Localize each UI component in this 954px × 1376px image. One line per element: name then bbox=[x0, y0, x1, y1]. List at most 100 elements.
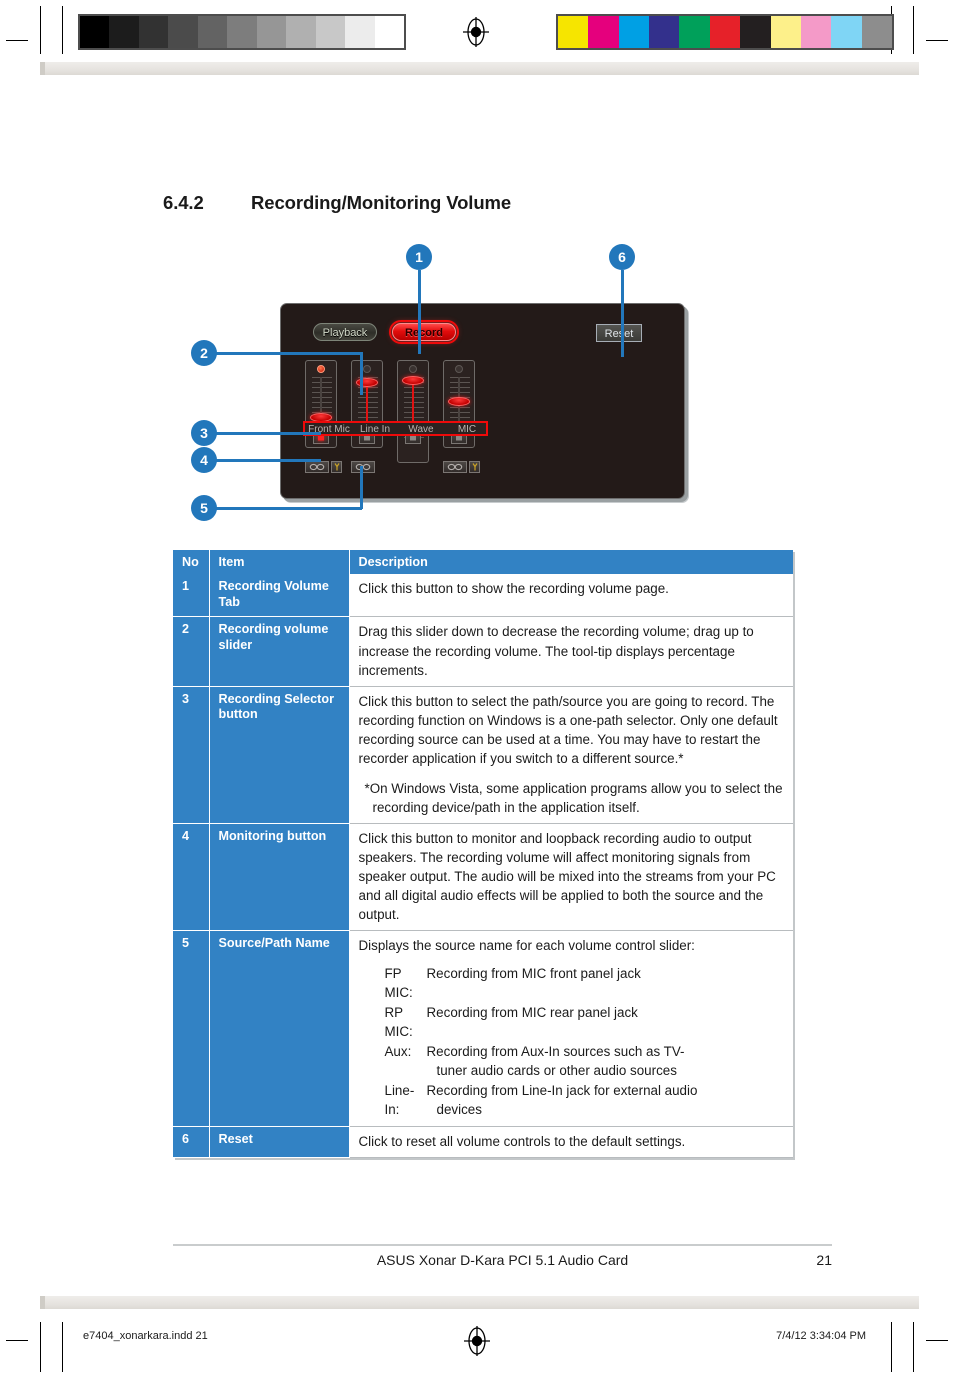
definition-text: Recording from MIC rear panel jack bbox=[426, 1005, 638, 1020]
channel-label-line-in: Line In bbox=[359, 424, 391, 435]
column-header-description: Description bbox=[349, 550, 793, 574]
leader-line-5 bbox=[214, 507, 362, 510]
row-item: Monitoring button bbox=[209, 823, 350, 931]
row-no: 1 bbox=[173, 574, 210, 618]
leader-line-2-drop bbox=[360, 352, 363, 395]
crop-mark bbox=[926, 1340, 948, 1341]
row-no: 5 bbox=[173, 930, 210, 1128]
recording-selector-icon[interactable] bbox=[351, 461, 375, 473]
definition-item: Aux: Recording from Aux-In sources such … bbox=[359, 1042, 786, 1080]
column-header-no: No bbox=[173, 550, 210, 574]
definition-text: Recording from Line-In jack for external… bbox=[427, 1081, 786, 1119]
table-row: 1 Recording Volume Tab Click this button… bbox=[173, 574, 793, 618]
footer-title: ASUS Xonar D-Kara PCI 5.1 Audio Card bbox=[376, 1252, 629, 1268]
definition-term: FP MIC: bbox=[384, 965, 413, 1000]
callout-3: 3 bbox=[191, 420, 217, 446]
table-row: 5 Source/Path Name Displays the source n… bbox=[173, 930, 793, 1128]
imprint-timestamp: 7/4/12 3:34:04 PM bbox=[776, 1330, 866, 1342]
signal-led-icon bbox=[455, 365, 463, 373]
tab-record[interactable]: Record bbox=[392, 323, 456, 341]
definition-term: Aux: bbox=[384, 1044, 412, 1060]
monitoring-icon[interactable] bbox=[469, 461, 480, 473]
crop-mark bbox=[40, 1322, 41, 1372]
imprint-filename: e7404_xonarkara.indd 21 bbox=[83, 1330, 208, 1342]
row-description: Click this button to show the recording … bbox=[349, 574, 793, 618]
definition-text-line2: tuner audio cards or other audio sources bbox=[436, 1063, 677, 1079]
callout-4: 4 bbox=[191, 447, 217, 473]
definition-term: Line-In: bbox=[384, 1083, 415, 1118]
row-item: Recording volume slider bbox=[209, 616, 350, 687]
recording-selector-icon[interactable] bbox=[305, 461, 329, 473]
table-row: 6 Reset Click to reset all volume contro… bbox=[173, 1126, 793, 1159]
crop-mark bbox=[6, 1340, 28, 1341]
page-bottom-band bbox=[40, 1296, 919, 1309]
definition-text: Recording from Aux-In sources such as TV… bbox=[427, 1042, 786, 1080]
row-item: Recording Volume Tab bbox=[209, 574, 350, 618]
signal-led-icon bbox=[409, 365, 417, 373]
crop-mark bbox=[62, 1322, 63, 1372]
section-number: 6.4.2 bbox=[163, 192, 204, 213]
row-description-text: Click this button to select the path/sou… bbox=[358, 693, 778, 766]
definition-text-line1: Recording from Aux-In sources such as TV… bbox=[426, 1044, 685, 1060]
leader-line-1 bbox=[418, 270, 421, 354]
table-row: 2 Recording volume slider Drag this slid… bbox=[173, 616, 793, 687]
row-description-note: *On Windows Vista, some application prog… bbox=[364, 780, 783, 815]
callout-2: 2 bbox=[191, 340, 217, 366]
footer-divider bbox=[173, 1244, 832, 1246]
channel-label-mic: MIC bbox=[457, 424, 477, 435]
row-description-text: Displays the source name for each volume… bbox=[358, 937, 695, 953]
row-no: 4 bbox=[173, 823, 210, 931]
callout-5: 5 bbox=[191, 495, 217, 521]
source-definition-list: FP MIC: Recording from MIC front panel j… bbox=[359, 964, 786, 1119]
channel-wave bbox=[397, 360, 429, 463]
row-no: 2 bbox=[173, 616, 210, 687]
definition-text-line2: devices bbox=[436, 1102, 482, 1118]
leader-line-3 bbox=[214, 432, 321, 435]
callout-1: 1 bbox=[406, 244, 432, 270]
row-description: Displays the source name for each volume… bbox=[349, 930, 793, 1128]
row-item: Reset bbox=[209, 1126, 350, 1159]
legend-table: No Item Description 1 Recording Volume T… bbox=[173, 550, 793, 1159]
definition-text: Recording from MIC front panel jack bbox=[426, 965, 641, 981]
section-title-text: Recording/Monitoring Volume bbox=[251, 192, 512, 213]
row-item: Source/Path Name bbox=[209, 930, 350, 1128]
page-title: 6.4.2 Recording/Monitoring Volume bbox=[163, 192, 511, 214]
audio-mixer-panel: Playback Record Reset Front Mic Line In … bbox=[280, 303, 685, 499]
signal-led-icon bbox=[317, 365, 325, 373]
monitoring-icon[interactable] bbox=[331, 461, 342, 473]
leader-line-2 bbox=[214, 352, 362, 355]
definition-item: FP MIC: Recording from MIC front panel j… bbox=[359, 964, 786, 1002]
row-no: 6 bbox=[173, 1126, 210, 1159]
row-description: Click to reset all volume controls to th… bbox=[349, 1126, 793, 1159]
definition-text-line1: Recording from Line-In jack for external… bbox=[426, 1083, 698, 1099]
row-no: 3 bbox=[173, 686, 210, 824]
leader-line-4 bbox=[214, 459, 321, 462]
recording-selector-icon[interactable] bbox=[443, 461, 467, 473]
figure-recording-volume-panel: 1 6 2 3 4 5 Playback Record Reset Front … bbox=[0, 230, 954, 530]
slider-fill bbox=[412, 381, 414, 426]
slider-thumb-wave[interactable] bbox=[402, 376, 424, 385]
column-header-item: Item bbox=[209, 550, 350, 574]
row-description: Click this button to select the path/sou… bbox=[349, 686, 793, 824]
definition-item: RP MIC: Recording from MIC rear panel ja… bbox=[359, 1003, 786, 1041]
row-item: Recording Selector button bbox=[209, 686, 350, 824]
table-row: 3 Recording Selector button Click this b… bbox=[173, 686, 793, 824]
crop-mark bbox=[891, 1322, 892, 1372]
slider-track-wave[interactable] bbox=[397, 360, 429, 463]
slider-thumb-mic[interactable] bbox=[448, 397, 470, 406]
row-description: Click this button to monitor and loopbac… bbox=[349, 823, 793, 931]
registration-target-icon bbox=[464, 1326, 490, 1356]
source-path-name-strip: Front Mic Line In Wave MIC bbox=[303, 421, 488, 436]
tab-playback[interactable]: Playback bbox=[313, 323, 377, 341]
leader-line-5-rise bbox=[360, 466, 363, 509]
callout-6: 6 bbox=[609, 244, 635, 270]
table-row: 4 Monitoring button Click this button to… bbox=[173, 823, 793, 931]
page-number: 21 bbox=[816, 1252, 832, 1268]
row-description: Drag this slider down to decrease the re… bbox=[349, 616, 793, 687]
leader-line-6 bbox=[621, 270, 624, 357]
definition-item: Line-In: Recording from Line-In jack for… bbox=[359, 1081, 786, 1119]
crop-mark bbox=[913, 1322, 914, 1372]
signal-led-icon bbox=[363, 365, 371, 373]
channel-label-wave: Wave bbox=[408, 424, 434, 435]
reset-button[interactable]: Reset bbox=[596, 324, 642, 342]
